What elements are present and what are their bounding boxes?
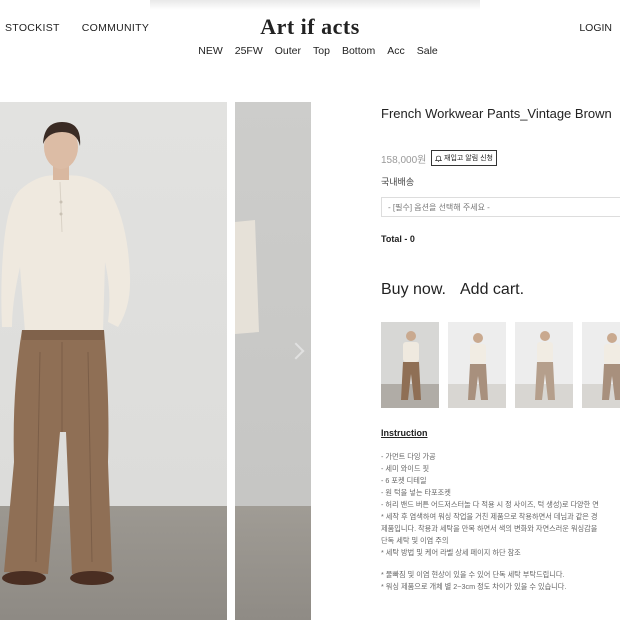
- instruction-line: - 원 턱을 넣는 타포조켓: [381, 488, 451, 497]
- instruction-line: - 세미 와이드 핏: [381, 464, 430, 473]
- thumbnail-model: [448, 333, 506, 408]
- instruction-line: - 6 포켓 디테일: [381, 476, 427, 485]
- buy-now-button[interactable]: Buy now.: [381, 281, 446, 299]
- brand-logo[interactable]: Art if acts: [0, 14, 620, 40]
- instruction-line: * 세탁 방법 및 케어 라벨 상세 페이지 하단 참조: [381, 548, 521, 557]
- product-thumbnail[interactable]: [381, 322, 439, 408]
- category-25fw[interactable]: 25FW: [235, 45, 263, 57]
- product-thumbnail[interactable]: [515, 322, 573, 408]
- model-partial-illustration: [235, 220, 259, 334]
- instruction-line: - 허리 밴드 버튼 어드저스터놀 다 적용 시 정 사이즈, 턱 생성)로 다…: [381, 500, 599, 509]
- instruction-text: - 가먼트 다잉 가공 - 세미 와이드 핏 - 6 포켓 디테일 - 원 턱을…: [381, 451, 620, 593]
- restock-alert-label: 재입고 알림 신청: [444, 155, 493, 162]
- thumbnail-model: [381, 331, 439, 408]
- shipping-info: 국내배송: [381, 177, 415, 187]
- category-top[interactable]: Top: [313, 45, 330, 57]
- instruction-heading: Instruction: [381, 428, 428, 438]
- add-cart-button[interactable]: Add cart.: [460, 281, 524, 299]
- instruction-note: * 물빠짐 및 이염 현상이 있을 수 있어 단독 세탁 부탁드립니다.: [381, 570, 565, 579]
- restock-alert-button[interactable]: 재입고 알림 신청: [431, 150, 497, 166]
- category-acc[interactable]: Acc: [387, 45, 405, 57]
- category-outer[interactable]: Outer: [275, 45, 301, 57]
- instruction-line: 제품입니다. 착용과 세탁을 만복 하면서 색의 변화와 자연스러운 워싱감을: [381, 524, 598, 533]
- product-price: 158,000원: [381, 155, 427, 166]
- option-select[interactable]: - [필수] 옵션을 선택해 주세요 -: [381, 197, 620, 217]
- login-link[interactable]: LOGIN: [579, 22, 612, 34]
- instruction-line: - 가먼트 다잉 가공: [381, 452, 436, 461]
- option-select-placeholder: - [필수] 옵션을 선택해 주세요 -: [388, 202, 490, 212]
- bell-icon: [435, 155, 442, 162]
- instruction-line: * 세작 후 염색하여 워싱 작업을 거친 제품으로 착용하면서 데님과 같은 …: [381, 512, 598, 521]
- category-new[interactable]: NEW: [198, 45, 223, 57]
- header-shadow: [150, 0, 480, 10]
- thumbnail-model: [582, 333, 620, 408]
- total-price: Total - 0: [381, 234, 415, 244]
- product-thumbnail[interactable]: [448, 322, 506, 408]
- instruction-line: 단독 세탁 및 이염 주의: [381, 536, 449, 545]
- thumbnail-model: [515, 331, 573, 408]
- model-illustration: [1, 122, 131, 585]
- product-second-image[interactable]: [235, 102, 311, 620]
- category-nav: NEW 25FW Outer Top Bottom Acc Sale: [0, 45, 620, 57]
- product-main-image[interactable]: [0, 102, 227, 620]
- category-bottom[interactable]: Bottom: [342, 45, 375, 57]
- product-title: French Workwear Pants_Vintage Brown: [381, 106, 612, 121]
- instruction-note: * 워싱 제품으로 개체 별 2~3cm 정도 차이가 있을 수 있습니다.: [381, 582, 567, 591]
- category-sale[interactable]: Sale: [417, 45, 438, 57]
- product-thumbnail[interactable]: [582, 322, 620, 408]
